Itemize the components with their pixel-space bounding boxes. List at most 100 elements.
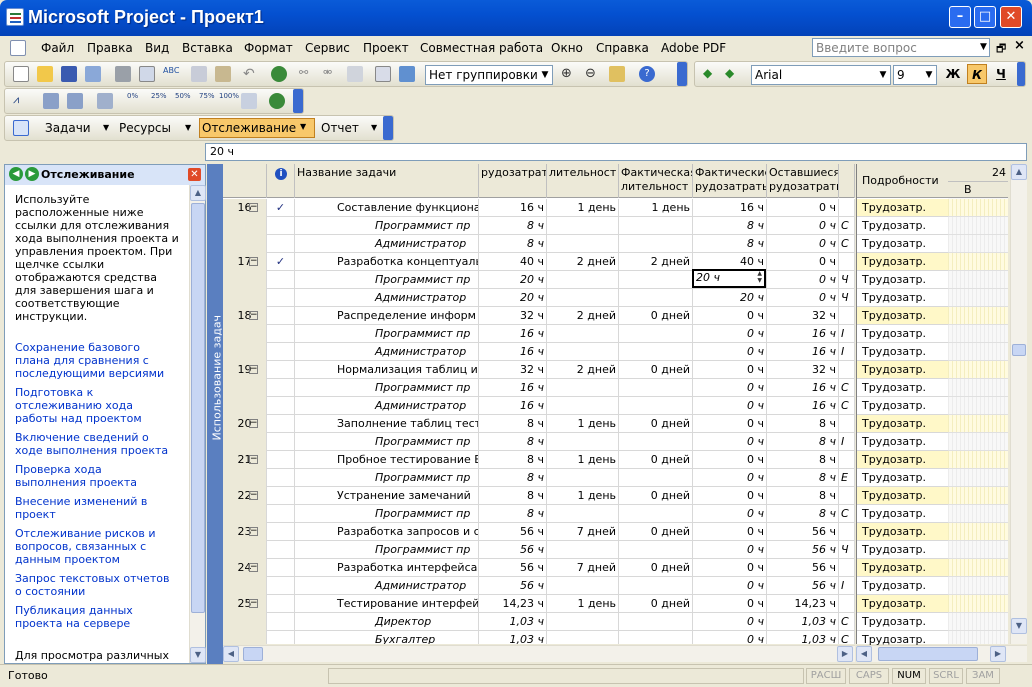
scroll-left-icon[interactable]: ◀ <box>856 646 872 662</box>
row-indicator[interactable]: ✓ <box>267 253 295 271</box>
row-indicator[interactable] <box>267 577 295 595</box>
row-work[interactable]: 16 ч <box>479 397 547 415</box>
row-duration[interactable]: 1 день <box>547 415 619 433</box>
timescale-cell[interactable] <box>948 289 1008 307</box>
row-duration[interactable] <box>547 469 619 487</box>
row-actual-work[interactable]: 0 ч <box>693 415 767 433</box>
scroll-down-icon[interactable]: ▼ <box>1011 618 1027 634</box>
details-row[interactable]: Трудозатр. <box>857 361 949 379</box>
row-remaining-work[interactable]: 1,03 ч <box>767 631 839 644</box>
collapse-icon[interactable]: − <box>249 203 258 212</box>
row-work[interactable]: 56 ч <box>479 577 547 595</box>
row-extra[interactable] <box>839 199 855 217</box>
row-actual-duration[interactable]: 1 день <box>619 199 693 217</box>
details-row[interactable]: Трудозатр. <box>857 271 949 289</box>
row-indicator[interactable] <box>267 343 295 361</box>
row-indicator[interactable]: ✓ <box>267 199 295 217</box>
tasks-button[interactable]: Задачи <box>45 121 91 135</box>
row-extra[interactable]: I <box>839 325 855 343</box>
timescale-cell[interactable] <box>948 415 1008 433</box>
progress-25-button[interactable]: 25% <box>151 92 167 100</box>
row-work[interactable]: 1,03 ч <box>479 613 547 631</box>
toolbar-options-icon[interactable] <box>293 89 303 113</box>
help-icon[interactable]: ? <box>639 66 655 82</box>
row-name[interactable]: Пробное тестирование Б <box>295 451 479 469</box>
row-actual-work[interactable]: 0 ч <box>693 595 767 613</box>
collapse-icon[interactable]: − <box>249 491 258 500</box>
details-row[interactable]: Трудозатр. <box>857 217 949 235</box>
font-size-select[interactable]: 9 ▼ <box>893 65 937 85</box>
row-remaining-work[interactable]: 8 ч <box>767 433 839 451</box>
row-remaining-work[interactable]: 16 ч <box>767 379 839 397</box>
forward-icon[interactable]: ▶ <box>25 167 39 181</box>
row-work[interactable]: 8 ч <box>479 469 547 487</box>
scroll-thumb[interactable] <box>191 203 205 613</box>
row-actual-duration[interactable] <box>619 343 693 361</box>
row-work[interactable]: 40 ч <box>479 253 547 271</box>
row-duration[interactable]: 1 день <box>547 451 619 469</box>
row-work[interactable]: 8 ч <box>479 415 547 433</box>
bold-button[interactable]: Ж <box>943 64 963 84</box>
row-duration[interactable] <box>547 217 619 235</box>
row-duration[interactable] <box>547 541 619 559</box>
details-row[interactable]: Трудозатр. <box>857 235 949 253</box>
document-icon[interactable] <box>10 40 26 56</box>
close-doc-icon[interactable]: × <box>1014 38 1025 53</box>
row-remaining-work[interactable]: 1,03 ч <box>767 613 839 631</box>
collaborate-icon[interactable] <box>269 93 285 109</box>
table-row[interactable]: 21− Пробное тестирование Б8 ч1 день 0 дней… <box>223 451 855 469</box>
row-actual-duration[interactable] <box>619 379 693 397</box>
row-indicator[interactable] <box>267 487 295 505</box>
table-row[interactable]: 22− Устранение замечаний 8 ч1 день 0 дней 0 … <box>223 487 855 505</box>
row-duration[interactable] <box>547 631 619 644</box>
row-name[interactable]: Администратор <box>295 397 479 415</box>
tracking-button[interactable]: Отслеживание ▼ <box>199 118 315 138</box>
col-id-header[interactable] <box>223 164 267 198</box>
row-remaining-work[interactable]: 8 ч <box>767 469 839 487</box>
timescale-cell[interactable] <box>948 253 1008 271</box>
collapse-icon[interactable]: − <box>249 257 258 266</box>
row-extra[interactable]: Ч <box>839 289 855 307</box>
row-remaining-work[interactable]: 16 ч <box>767 343 839 361</box>
row-actual-work[interactable]: 0 ч <box>693 343 767 361</box>
row-duration[interactable] <box>547 613 619 631</box>
row-extra[interactable]: С <box>839 613 855 631</box>
chevron-down-icon[interactable]: ▼ <box>371 123 377 132</box>
details-row[interactable]: Трудозатр. <box>857 307 949 325</box>
scroll-right-icon[interactable]: ▶ <box>837 646 853 662</box>
row-actual-duration[interactable]: 0 дней <box>619 451 693 469</box>
row-duration[interactable] <box>547 343 619 361</box>
details-row[interactable]: Трудозатр. <box>857 487 949 505</box>
row-extra[interactable]: Ч <box>839 271 855 289</box>
scroll-thumb[interactable] <box>878 647 978 661</box>
scroll-down-icon[interactable]: ▼ <box>190 647 206 663</box>
notes-icon[interactable] <box>399 66 415 82</box>
details-row[interactable]: Трудозатр. <box>857 289 949 307</box>
row-name[interactable]: Нормализация таблиц и <box>295 361 479 379</box>
row-work[interactable]: 8 ч <box>479 433 547 451</box>
row-actual-work[interactable]: 0 ч <box>693 523 767 541</box>
row-name[interactable]: Распределение информ <box>295 307 479 325</box>
unlink-tasks-icon[interactable]: ⚮ <box>323 66 339 82</box>
link-track-risks[interactable]: Отслеживание рисков и вопросов, связанны… <box>15 527 175 566</box>
row-remaining-work[interactable]: 56 ч <box>767 577 839 595</box>
row-actual-work[interactable]: 0 ч <box>693 451 767 469</box>
table-row[interactable]: 16 ✓ − Составление функциона 16 ч1 день 1 ден… <box>223 199 855 217</box>
row-extra[interactable] <box>839 253 855 271</box>
menu-adobe-pdf[interactable]: Adobe PDF <box>661 41 726 55</box>
row-actual-duration[interactable] <box>619 505 693 523</box>
link-make-changes[interactable]: Внесение изменений в проект <box>15 495 175 521</box>
row-actual-duration[interactable]: 0 дней <box>619 487 693 505</box>
row-extra[interactable]: I <box>839 343 855 361</box>
entry-field[interactable]: 20 ч <box>205 143 1027 161</box>
row-extra[interactable] <box>839 361 855 379</box>
row-remaining-work[interactable]: 0 ч <box>767 289 839 307</box>
row-actual-work[interactable]: 0 ч <box>693 631 767 644</box>
font-select[interactable]: Arial ▼ <box>751 65 891 85</box>
row-extra[interactable]: I <box>839 577 855 595</box>
table-row[interactable]: Программист пр 16 ч0 ч 16 чС <box>223 379 855 397</box>
timescale-cell[interactable] <box>948 595 1008 613</box>
table-row[interactable]: Программист пр 8 ч0 ч8 чI <box>223 433 855 451</box>
row-actual-work[interactable]: 0 ч <box>693 325 767 343</box>
minimize-button[interactable]: – <box>949 6 971 28</box>
